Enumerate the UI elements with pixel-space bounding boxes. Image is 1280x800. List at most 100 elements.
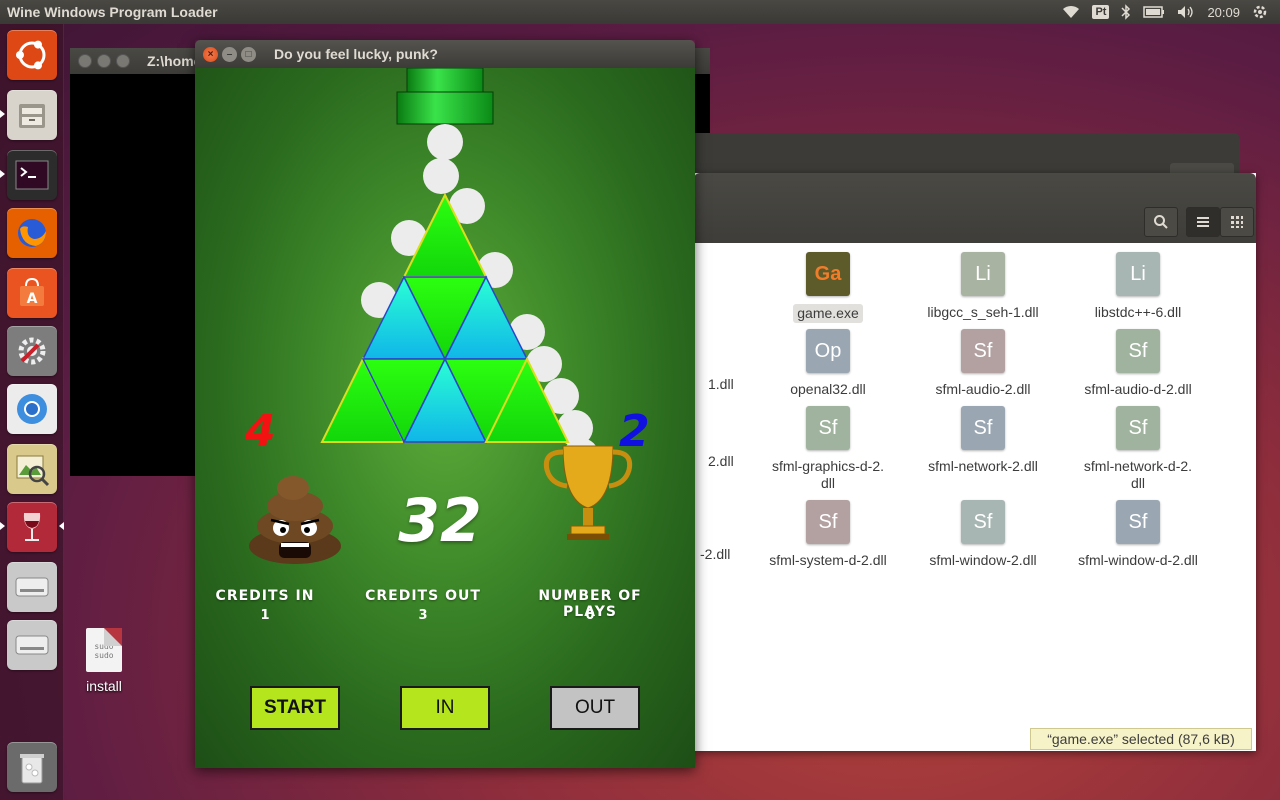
file-type-icon: Sf	[1116, 329, 1160, 373]
file-name: sfml-audio-2.dll	[935, 381, 1031, 397]
power-gear-icon[interactable]	[1252, 4, 1268, 20]
terminal-title: Z:\home	[147, 53, 202, 69]
partial-file-name[interactable]: -2.dll	[700, 546, 730, 562]
battery-icon[interactable]	[1143, 6, 1165, 18]
file-manager-window[interactable]: Ga game.exe Li libgcc_s_seh-1.dll Li lib…	[694, 173, 1256, 751]
file-name: sfml-graphics-d-2. dll	[771, 458, 885, 491]
file-type-icon: Ga	[806, 252, 850, 296]
balls-remaining-counter: 32	[398, 486, 482, 556]
terminal-icon[interactable]	[7, 150, 57, 200]
credits-in-value: 1	[260, 608, 270, 623]
svg-text:A: A	[27, 291, 38, 307]
file-item[interactable]: Sf sfml-audio-d-2.dll	[1063, 329, 1213, 398]
partial-file-name[interactable]: 1.dll	[708, 376, 734, 392]
pipe	[396, 68, 494, 125]
file-item[interactable]: Sf sfml-network-2.dll	[908, 406, 1058, 475]
app-menu-title[interactable]: Wine Windows Program Loader	[0, 4, 218, 20]
game-window[interactable]: × – □ Do you feel lucky, punk? 4 2 32 CR…	[195, 40, 695, 768]
file-item[interactable]: Li libgcc_s_seh-1.dll	[908, 252, 1058, 321]
start-button[interactable]: START	[250, 686, 340, 730]
minimize-icon[interactable]	[97, 54, 111, 68]
game-canvas[interactable]: 4 2 32 CREDITS IN 1 CREDITS OUT 3 NUMBER…	[195, 68, 695, 768]
selection-status: “game.exe” selected (87,6 kB)	[1030, 728, 1252, 750]
credits-out-label: CREDITS OUT	[365, 588, 481, 604]
file-type-icon: Sf	[961, 500, 1005, 544]
script-file-icon: sudo sudo	[86, 628, 122, 672]
file-name: openal32.dll	[790, 381, 866, 397]
file-name: game.exe	[793, 304, 863, 323]
file-type-icon: Sf	[1116, 500, 1160, 544]
firefox-icon[interactable]	[7, 208, 57, 258]
game-window-title: Do you feel lucky, punk?	[274, 46, 438, 62]
wifi-icon[interactable]	[1062, 5, 1080, 19]
files-icon[interactable]	[7, 90, 57, 140]
file-item[interactable]: Sf sfml-window-2.dll	[908, 500, 1058, 569]
volume-icon[interactable]	[1177, 5, 1195, 19]
file-type-icon: Li	[961, 252, 1005, 296]
file-name: sfml-window-2.dll	[929, 552, 1037, 568]
file-item[interactable]: Sf sfml-window-d-2.dll	[1063, 500, 1213, 569]
file-type-icon: Sf	[806, 500, 850, 544]
file-item[interactable]: Sf sfml-network-d-2. dll	[1063, 406, 1213, 492]
file-type-icon: Sf	[1116, 406, 1160, 450]
credits-out-value: 3	[418, 608, 428, 623]
trash-icon[interactable]	[7, 742, 57, 792]
game-titlebar[interactable]: × – □ Do you feel lucky, punk?	[195, 40, 695, 68]
file-name: sfml-network-d-2. dll	[1083, 458, 1193, 491]
file-item[interactable]: Sf sfml-system-d-2.dll	[753, 500, 903, 569]
launcher: A	[0, 24, 64, 800]
file-item[interactable]: Li libstdc++-6.dll	[1063, 252, 1213, 321]
partial-file-name[interactable]: 2.dll	[708, 453, 734, 469]
image-viewer-icon[interactable]	[7, 444, 57, 494]
file-item[interactable]: Op openal32.dll	[753, 329, 903, 398]
file-type-icon: Li	[1116, 252, 1160, 296]
minimize-icon[interactable]: –	[222, 46, 237, 62]
maximize-icon[interactable]: □	[241, 46, 256, 62]
file-item[interactable]: Sf sfml-audio-2.dll	[908, 329, 1058, 398]
file-type-icon: Sf	[961, 406, 1005, 450]
file-name: sfml-network-2.dll	[928, 458, 1038, 474]
file-item[interactable]: Ga game.exe	[753, 252, 903, 323]
file-name: sfml-audio-d-2.dll	[1084, 381, 1192, 397]
clock[interactable]: 20:09	[1207, 5, 1240, 20]
keyboard-layout-indicator[interactable]: Pt	[1092, 5, 1110, 19]
close-icon[interactable]: ×	[203, 46, 218, 62]
disk-drive-icon[interactable]	[7, 620, 57, 670]
file-grid: Ga game.exe Li libgcc_s_seh-1.dll Li lib…	[694, 243, 1256, 751]
credits-in-indicator: 4	[245, 406, 276, 457]
running-indicator	[0, 522, 5, 530]
file-manager-header	[694, 173, 1256, 243]
close-icon[interactable]	[78, 54, 92, 68]
file-name: libgcc_s_seh-1.dll	[927, 304, 1039, 320]
running-indicator	[0, 170, 5, 178]
plays-value: 0	[585, 608, 595, 623]
trophy-icon	[543, 445, 633, 540]
indicator-area: Pt 20:09	[1062, 0, 1280, 24]
in-button[interactable]: IN	[400, 686, 490, 730]
grid-view-button[interactable]	[1220, 207, 1254, 237]
maximize-icon[interactable]	[116, 54, 130, 68]
running-indicator	[0, 110, 5, 118]
chromium-icon[interactable]	[7, 384, 57, 434]
list-view-button[interactable]	[1186, 207, 1220, 237]
desktop-install-file[interactable]: sudo sudo install	[78, 628, 130, 694]
file-name: sfml-system-d-2.dll	[769, 552, 887, 568]
file-type-icon: Sf	[961, 329, 1005, 373]
file-item[interactable]: Sf sfml-graphics-d-2. dll	[753, 406, 903, 492]
search-button[interactable]	[1144, 207, 1178, 237]
out-button[interactable]: OUT	[550, 686, 640, 730]
file-type-icon: Sf	[806, 406, 850, 450]
file-name: libstdc++-6.dll	[1094, 304, 1182, 320]
system-settings-icon[interactable]	[7, 326, 57, 376]
desktop-file-label: install	[86, 678, 122, 694]
bluetooth-icon[interactable]	[1121, 4, 1131, 20]
wine-icon[interactable]	[7, 502, 57, 552]
ubuntu-dash-icon[interactable]	[7, 30, 57, 80]
disk-drive-icon[interactable]	[7, 562, 57, 612]
focused-indicator	[59, 522, 64, 530]
top-panel: Wine Windows Program Loader Pt 20:09	[0, 0, 1280, 24]
software-center-icon[interactable]: A	[7, 268, 57, 318]
file-name: sfml-window-d-2.dll	[1078, 552, 1198, 568]
poop-emoji	[249, 476, 341, 564]
credits-in-label: CREDITS IN	[215, 588, 315, 604]
